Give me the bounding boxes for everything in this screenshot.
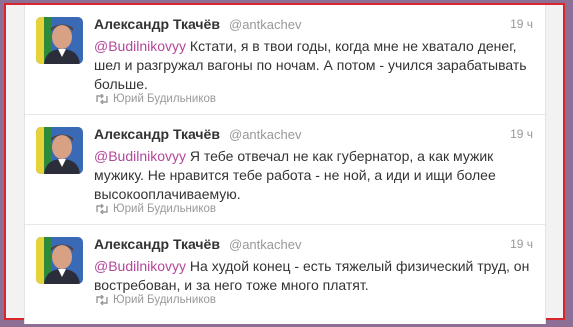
tweet-text: @Budilnikovyy На худой конец - есть тяже…: [94, 257, 539, 295]
retweeted-by[interactable]: Юрий Будильников: [113, 294, 216, 306]
avatar-photo-icon: [36, 17, 83, 64]
author-handle[interactable]: @antkachev: [229, 17, 301, 32]
author-name[interactable]: Александр Ткачёв: [94, 126, 220, 142]
tweet-text: @Budilnikovyy Я тебе отвечал не как губе…: [94, 147, 539, 204]
retweet-context[interactable]: Юрий Будильников: [95, 203, 216, 215]
mention-link[interactable]: @Budilnikovyy: [94, 258, 186, 274]
tweet[interactable]: Александр Ткачёв @antkachev 19 ч @Budiln…: [25, 5, 545, 115]
author-name[interactable]: Александр Ткачёв: [94, 236, 220, 252]
avatar-photo-icon: [36, 127, 83, 174]
mention-link[interactable]: @Budilnikovyy: [94, 38, 186, 54]
retweet-icon: [96, 204, 108, 214]
author-handle[interactable]: @antkachev: [229, 237, 301, 252]
retweeted-by[interactable]: Юрий Будильников: [113, 203, 216, 215]
tweet-timeline: Александр Ткачёв @antkachev 19 ч @Budiln…: [24, 5, 546, 324]
avatar[interactable]: [36, 237, 83, 284]
tweet-timestamp[interactable]: 19 ч: [510, 127, 533, 141]
tweet-timestamp[interactable]: 19 ч: [510, 17, 533, 31]
tweet[interactable]: Александр Ткачёв @antkachev 19 ч @Budiln…: [25, 225, 545, 324]
author-handle[interactable]: @antkachev: [229, 127, 301, 142]
tweet-text: @Budilnikovyy Кстати, я в твои годы, ког…: [94, 37, 539, 94]
retweeted-by[interactable]: Юрий Будильников: [113, 93, 216, 105]
tweet[interactable]: Александр Ткачёв @antkachev 19 ч @Budiln…: [25, 115, 545, 225]
mention-link[interactable]: @Budilnikovyy: [94, 148, 186, 164]
avatar[interactable]: [36, 17, 83, 64]
tweet-timestamp[interactable]: 19 ч: [510, 237, 533, 251]
retweet-icon: [96, 94, 108, 104]
retweet-icon: [96, 295, 108, 305]
retweet-context[interactable]: Юрий Будильников: [95, 93, 216, 105]
avatar[interactable]: [36, 127, 83, 174]
retweet-context[interactable]: Юрий Будильников: [95, 294, 216, 306]
author-name[interactable]: Александр Ткачёв: [94, 16, 220, 32]
avatar-photo-icon: [36, 237, 83, 284]
